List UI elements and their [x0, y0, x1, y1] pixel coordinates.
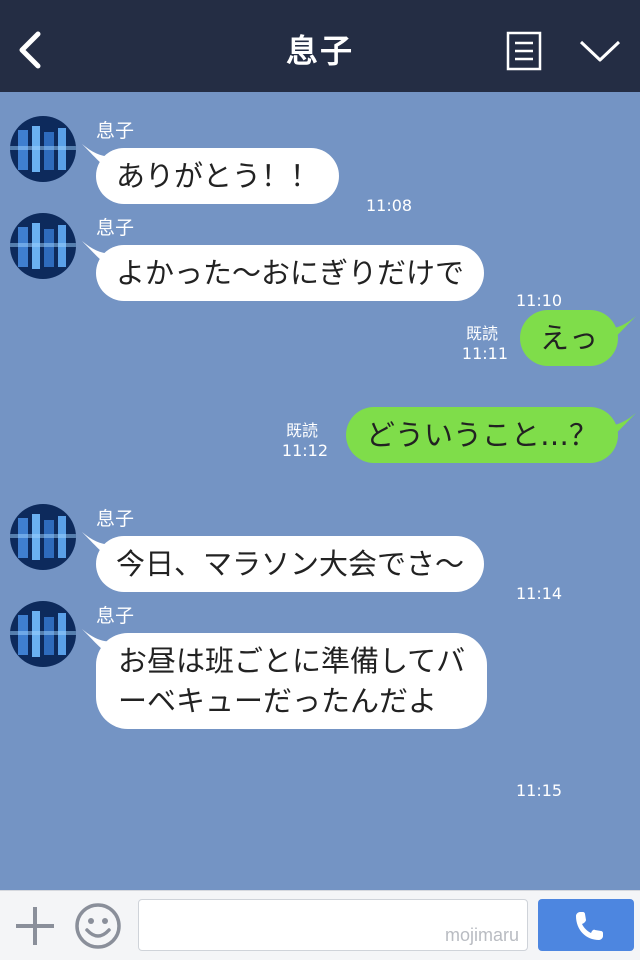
message-bubble[interactable]: 今日、マラソン大会でさ〜 — [96, 536, 485, 592]
avatar-image — [10, 213, 76, 279]
message-time: 11:15 — [516, 781, 563, 800]
sender-name: 息子 — [96, 605, 135, 627]
message-bubble[interactable]: どういうこと…？ — [345, 407, 618, 463]
message-input[interactable]: mojimaru — [138, 899, 528, 951]
message-time: 11:14 — [516, 584, 563, 603]
message-time: 11:10 — [516, 291, 563, 310]
avatar-image — [10, 601, 76, 667]
message-bubble[interactable]: ありがとう！！ — [96, 148, 340, 204]
input-bar: mojimaru — [0, 890, 640, 960]
sender-name: 息子 — [96, 508, 135, 530]
sender-name: 息子 — [96, 217, 135, 239]
smiley-icon — [75, 903, 121, 949]
add-button[interactable] — [14, 905, 56, 947]
avatar-image — [10, 504, 76, 570]
message-time: 11:08 — [366, 196, 413, 215]
message-line: お昼は班ごとに準備してバ — [118, 644, 466, 678]
document-menu-icon — [506, 31, 542, 71]
chevron-down-icon — [579, 40, 621, 62]
message-line: ーベキューだったんだよ — [118, 684, 438, 718]
avatar[interactable] — [10, 116, 76, 182]
message-time: 11:12 — [281, 441, 328, 460]
read-receipt: 既読 — [465, 324, 498, 343]
collapse-button[interactable] — [578, 36, 622, 66]
avatar[interactable] — [10, 504, 76, 570]
sender-name: 息子 — [96, 120, 135, 142]
read-receipt: 既読 — [285, 421, 318, 440]
avatar-image — [10, 116, 76, 182]
chat-header: 息子 — [0, 0, 640, 92]
emoji-button[interactable] — [74, 902, 122, 950]
plus-icon — [16, 907, 54, 945]
phone-icon — [576, 912, 603, 940]
avatar[interactable] — [10, 601, 76, 667]
message-bubble[interactable]: えっ — [519, 310, 618, 366]
message-bubble[interactable]: お昼は班ごとに準備してバ ーベキューだったんだよ — [96, 633, 488, 729]
call-button[interactable] — [538, 899, 634, 951]
avatar[interactable] — [10, 213, 76, 279]
menu-button[interactable] — [506, 31, 542, 71]
message-time: 11:11 — [461, 344, 508, 363]
message-bubble[interactable]: よかった〜おにぎりだけで — [96, 245, 485, 301]
chat-title: 息子 — [285, 32, 354, 70]
watermark: mojimaru — [444, 925, 519, 945]
chat-area[interactable]: 息子 ありがとう！！ 11:08 息子 よかった〜おにぎりだけで 11:10 既… — [0, 92, 640, 890]
